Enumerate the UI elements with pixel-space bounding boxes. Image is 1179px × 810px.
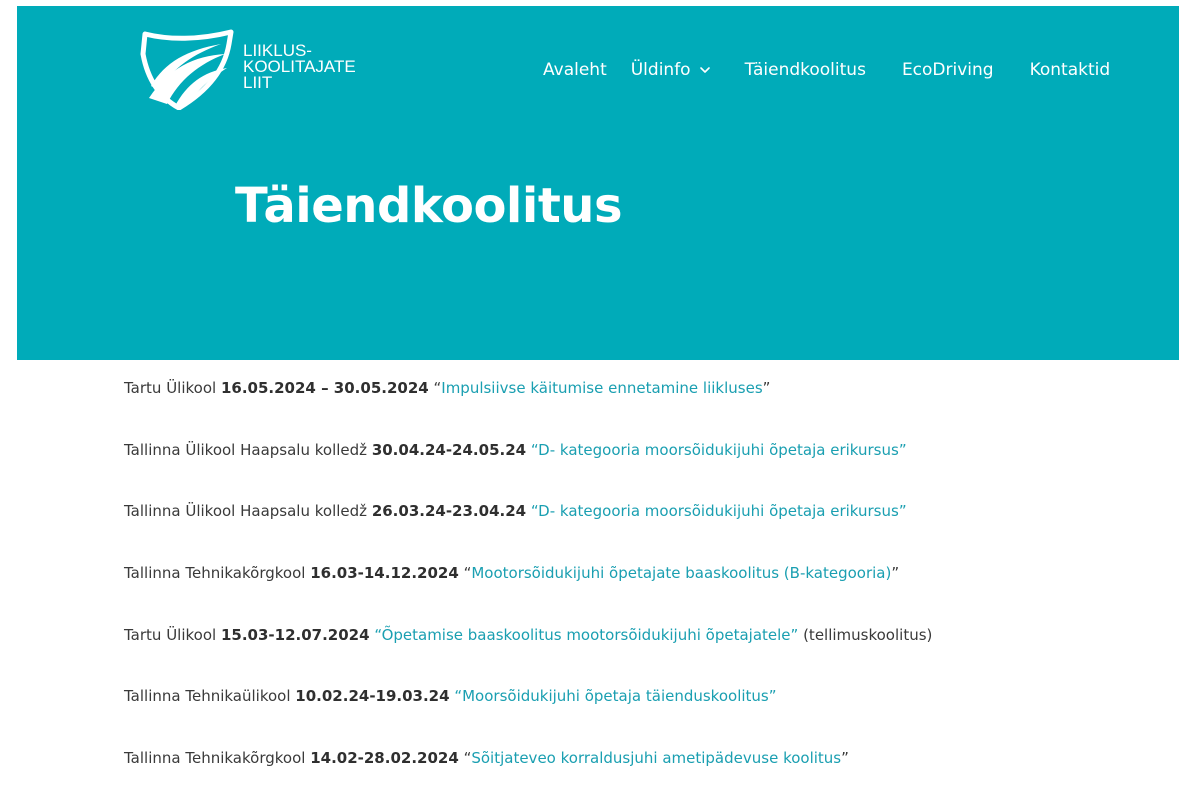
event-link[interactable]: “Moorsõidukijuhi õpetaja täienduskoolitu… <box>454 687 776 705</box>
event-institution: Tallinna Tehnikakõrgkool <box>124 564 306 583</box>
nav-item-ecodriving[interactable]: EcoDriving <box>902 60 994 80</box>
event-institution: Tallinna Tehnikakõrgkool <box>124 749 306 768</box>
site-logo[interactable]: LIIKLUS- KOOLITAJATE LIIT <box>139 28 379 110</box>
event-close-quote: ” <box>891 564 900 583</box>
event-note: (tellimuskoolitus) <box>798 625 933 644</box>
event-link[interactable]: Mootorsõidukijuhi õpetajate baaskoolitus… <box>471 564 891 582</box>
nav-item-kontaktid[interactable]: Kontaktid <box>1030 60 1111 80</box>
nav-item-avaleht[interactable]: Avaleht <box>543 60 607 80</box>
event-dates: 14.02-28.02.2024 <box>310 749 459 768</box>
list-item: Tallinna Ülikool Haapsalu kolledž 26.03.… <box>124 501 932 563</box>
list-item: Tallinna Tehnikakõrgkool 14.02-28.02.202… <box>124 748 932 810</box>
nav-item-label: Üldinfo <box>630 60 691 80</box>
event-link[interactable]: “Õpetamise baaskoolitus mootorsõidukijuh… <box>374 626 798 644</box>
event-institution: Tallinna Ülikool Haapsalu kolledž <box>124 502 368 521</box>
chevron-down-icon <box>699 67 710 73</box>
nav-item-label: Täiendkoolitus <box>744 60 866 80</box>
event-dates: 26.03.24-23.04.24 <box>371 502 527 521</box>
list-item: Tartu Ülikool 16.05.2024 – 30.05.2024 “I… <box>124 378 932 440</box>
event-dates: 30.04.24-24.05.24 <box>371 440 527 459</box>
nav-item-label: Avaleht <box>543 60 607 80</box>
list-item: Tartu Ülikool 15.03-12.07.2024 “Õpetamis… <box>124 625 932 687</box>
event-link[interactable]: “D- kategooria moorsõidukijuhi õpetaja e… <box>531 502 907 520</box>
nav-item-label: EcoDriving <box>901 60 994 80</box>
event-link[interactable]: Impulsiivse käitumise ennetamine liiklus… <box>441 379 762 397</box>
event-dates: 16.03-14.12.2024 <box>310 564 459 583</box>
list-item: Tallinna Ülikool Haapsalu kolledž 30.04.… <box>124 440 932 502</box>
training-event-list: Tartu Ülikool 16.05.2024 – 30.05.2024 “I… <box>124 378 932 810</box>
logo-line: LIIT <box>243 73 273 92</box>
event-close-quote: ” <box>841 749 849 768</box>
event-link[interactable]: Sõitjateveo korraldusjuhi ametipädevuse … <box>471 749 841 767</box>
event-dates: 15.03-12.07.2024 <box>220 625 370 644</box>
nav-item-uldinfo[interactable]: Üldinfo <box>631 60 711 80</box>
event-institution: Tartu Ülikool <box>124 625 217 644</box>
event-close-quote: ” <box>762 379 771 397</box>
event-link[interactable]: “D- kategooria moorsõidukijuhi õpetaja e… <box>531 441 907 459</box>
event-dates: 10.02.24-19.03.24 <box>295 687 450 706</box>
list-item: Tallinna Tehnikakõrgkool 16.03-14.12.202… <box>124 563 932 625</box>
page-title: Täiendkoolitus <box>235 178 623 234</box>
event-dates: 16.05.2024 – 30.05.2024 <box>220 379 429 397</box>
list-item: Tallinna Tehnikaülikool 10.02.24-19.03.2… <box>124 686 932 748</box>
main-navigation: Avaleht Üldinfo Täiendkoolitus EcoDrivin… <box>543 60 1110 80</box>
event-institution: Tallinna Ülikool Haapsalu kolledž <box>124 440 368 459</box>
nav-item-label: Kontaktid <box>1029 60 1111 80</box>
event-institution: Tallinna Tehnikaülikool <box>124 687 291 706</box>
nav-item-taiendkoolitus[interactable]: Täiendkoolitus <box>745 60 866 80</box>
event-institution: Tartu Ülikool <box>124 379 217 397</box>
logo-wordmark: LIIKLUS- KOOLITAJATE LIIT <box>243 42 356 92</box>
shield-road-logo-icon <box>140 29 234 110</box>
hero-banner: LIIKLUS- KOOLITAJATE LIIT Avaleht Üldinf… <box>17 6 1179 360</box>
